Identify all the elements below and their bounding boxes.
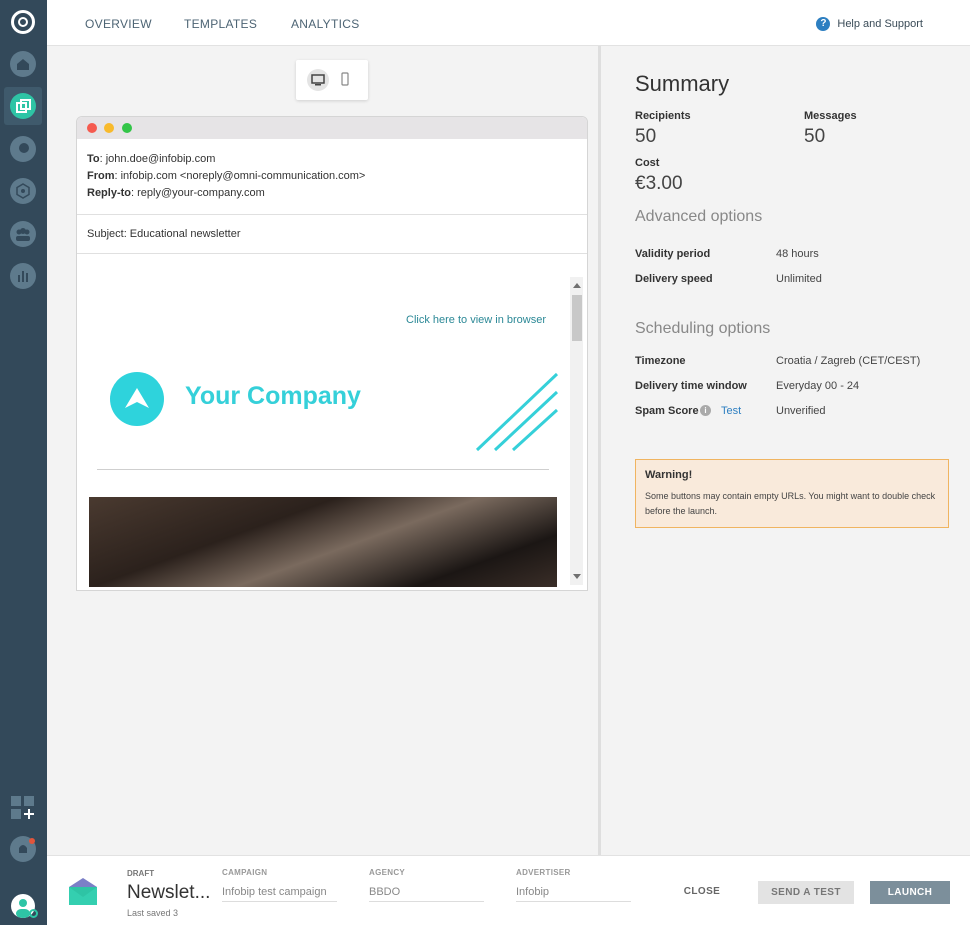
- app-logo-icon[interactable]: [11, 10, 35, 34]
- scroll-thumb[interactable]: [572, 295, 582, 341]
- panel-divider[interactable]: [598, 46, 601, 856]
- window-close-dot: [87, 123, 97, 133]
- footer-bar: DRAFT Newslet... Last saved 3 CAMPAIGN I…: [47, 855, 970, 925]
- advertiser-field[interactable]: Infobip: [516, 886, 631, 902]
- newsletter-hero-image: [89, 497, 557, 587]
- preview-scrollbar[interactable]: [570, 277, 583, 585]
- last-saved: Last saved 3: [127, 908, 179, 918]
- speed-label: Delivery speed: [635, 273, 713, 285]
- speed-value: Unlimited: [776, 273, 822, 285]
- sidebar: [0, 0, 47, 925]
- draft-status: DRAFT: [127, 869, 155, 878]
- spam-score-label: Spam Score: [635, 405, 699, 417]
- apps-add-icon[interactable]: [11, 796, 35, 820]
- scroll-up-arrow-icon[interactable]: [573, 283, 581, 288]
- campaign-field[interactable]: Infobip test campaign: [222, 886, 337, 902]
- settings-gear-icon[interactable]: [29, 909, 38, 918]
- company-name: Your Company: [185, 382, 361, 410]
- warning-title: Warning!: [645, 469, 693, 481]
- device-toggle: [296, 60, 368, 100]
- campaigns-icon[interactable]: [10, 93, 36, 119]
- help-label: Help and Support: [837, 18, 923, 30]
- advanced-options-title: Advanced options: [635, 208, 763, 225]
- summary-panel: Summary Recipients 50 Messages 50 Cost €…: [635, 71, 950, 435]
- tab-overview[interactable]: OVERVIEW: [85, 17, 152, 31]
- delivery-window-value: Everyday 00 - 24: [776, 380, 860, 392]
- notification-badge: [29, 838, 35, 844]
- email-replyto: Reply-to: reply@your-company.com: [87, 187, 265, 199]
- spam-test-link[interactable]: Test: [721, 405, 741, 417]
- network-icon[interactable]: [10, 178, 36, 204]
- decorative-stripes: [475, 372, 559, 452]
- delivery-window-label: Delivery time window: [635, 380, 747, 392]
- email-to: To: john.doe@infobip.com: [87, 153, 216, 165]
- email-from: From: infobip.com <noreply@omni-communic…: [87, 170, 366, 182]
- timezone-label: Timezone: [635, 355, 686, 367]
- top-navigation: OVERVIEW TEMPLATES ANALYTICS ? Help and …: [47, 0, 970, 46]
- spam-score-value: Unverified: [776, 405, 826, 417]
- messages-label: Messages: [804, 110, 857, 122]
- close-button[interactable]: CLOSE: [677, 880, 727, 903]
- tab-analytics[interactable]: ANALYTICS: [291, 17, 360, 31]
- email-preview-window: To: john.doe@infobip.com From: infobip.c…: [76, 116, 588, 591]
- send-test-button[interactable]: SEND A TEST: [758, 881, 854, 904]
- recipients-label: Recipients: [635, 110, 691, 122]
- warning-box: Warning! Some buttons may contain empty …: [635, 459, 949, 528]
- validity-label: Validity period: [635, 248, 711, 260]
- agency-label: AGENCY: [369, 868, 406, 877]
- email-envelope-icon: [68, 876, 98, 911]
- scheduling-options-title: Scheduling options: [635, 320, 771, 337]
- summary-title: Summary: [635, 71, 730, 96]
- launch-button[interactable]: LAUNCH: [870, 881, 950, 904]
- help-and-support-link[interactable]: ? Help and Support: [816, 17, 923, 31]
- recipients-value: 50: [635, 126, 657, 147]
- timezone-value: Croatia / Zagreb (CET/CEST): [776, 355, 921, 367]
- email-body: Click here to view in browser Your Compa…: [77, 257, 587, 590]
- messages-value: 50: [804, 126, 826, 147]
- warning-message: Some buttons may contain empty URLs. You…: [645, 491, 936, 516]
- email-subject: Subject: Educational newsletter: [77, 215, 587, 254]
- email-headers: To: john.doe@infobip.com From: infobip.c…: [77, 139, 587, 215]
- scroll-down-arrow-icon[interactable]: [573, 574, 581, 579]
- company-logo-icon: [110, 372, 164, 426]
- info-icon[interactable]: i: [700, 405, 711, 416]
- advertiser-label: ADVERTISER: [516, 868, 571, 877]
- question-icon: ?: [816, 17, 831, 31]
- view-in-browser-link[interactable]: Click here to view in browser: [406, 314, 546, 326]
- home-icon[interactable]: [10, 51, 36, 77]
- analytics-icon[interactable]: [10, 263, 36, 289]
- cost-label: Cost: [635, 157, 660, 169]
- window-minimize-dot: [104, 123, 114, 133]
- people-icon[interactable]: [10, 221, 36, 247]
- desktop-view-button[interactable]: [307, 69, 329, 91]
- window-maximize-dot: [122, 123, 132, 133]
- window-titlebar: [77, 117, 587, 139]
- agency-field[interactable]: BBDO: [369, 886, 484, 902]
- cost-value: €3.00: [635, 173, 683, 194]
- campaign-label: CAMPAIGN: [222, 868, 268, 877]
- tab-templates[interactable]: TEMPLATES: [184, 17, 257, 31]
- validity-value: 48 hours: [776, 248, 819, 260]
- campaign-name[interactable]: Newslet...: [127, 882, 210, 904]
- email-divider-line: [97, 469, 549, 470]
- mobile-view-button[interactable]: [334, 69, 356, 91]
- people-search-icon[interactable]: [10, 136, 36, 162]
